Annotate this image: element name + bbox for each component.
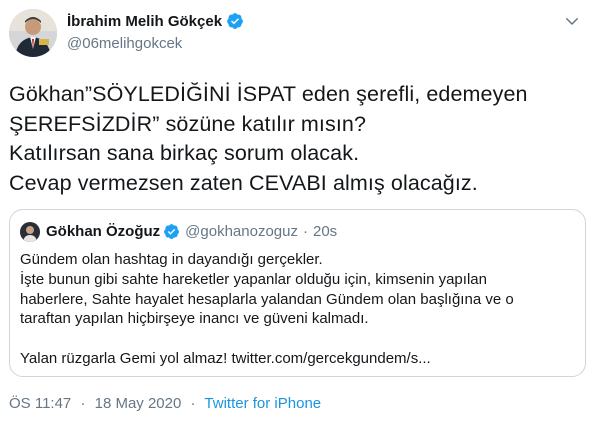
author-handle[interactable]: @06melihgokcek [67, 35, 182, 52]
tweet-source-link[interactable]: Twitter for iPhone [204, 395, 321, 412]
separator-dot: · [302, 223, 308, 240]
quoted-text-line: Yalan rüzgarla Gemi yol almaz! twitter.c… [20, 349, 431, 367]
quoted-text-line: haberlere, Sahte hayalet hesaplarla yala… [20, 290, 514, 308]
tweet-meta: ÖS 11:47 · 18 May 2020 · Twitter for iPh… [9, 395, 321, 412]
tweet-card: İbrahim Melih Gökçek @06melihgokcek Gökh… [0, 0, 593, 430]
separator-dot: · [190, 395, 196, 412]
tweet-text-line: Cevap vermezsen zaten CEVABI almış olaca… [9, 170, 478, 195]
quoted-tweet[interactable]: Gökhan Özoğuz @gokhanozoguz · 20s Gündem… [9, 209, 586, 377]
tweet-text-line: ŞEREFSİZDİR” sözüne katılır mısın? [9, 111, 367, 136]
quoted-text-line: İşte bunun gibi sahte hareketler yapanla… [20, 270, 487, 288]
quoted-text-line [20, 329, 575, 349]
quoted-text-line: Gündem olan hashtag in dayandığı gerçekl… [20, 251, 323, 268]
tweet-time[interactable]: ÖS 11:47 [9, 395, 71, 412]
verified-badge-icon [226, 12, 244, 30]
quoted-author-avatar [20, 222, 40, 242]
quoted-text-line: taraftan yapılan hiçbirşeye inancı ve gü… [20, 310, 369, 328]
quoted-text: Gündem olan hashtag in dayandığı gerçekl… [20, 250, 575, 369]
tweet-date[interactable]: 18 May 2020 [95, 395, 182, 412]
author-name-text: İbrahim Melih Gökçek [67, 12, 223, 30]
quoted-timestamp: 20s [312, 223, 338, 240]
tweet-text: Gökhan”SÖYLEDİĞİNİ İSPAT eden şerefli, e… [9, 80, 584, 198]
quoted-author-name: Gökhan Özoğuz [46, 223, 161, 240]
quoted-header: Gökhan Özoğuz @gokhanozoguz · 20s [46, 223, 337, 240]
quoted-author-handle: @gokhanozoguz [185, 223, 298, 240]
tweet-text-line: Katılırsan sana birkaç sorum olacak. [9, 141, 360, 165]
author-avatar[interactable] [9, 9, 57, 57]
tweet-text-line: Gökhan”SÖYLEDİĞİNİ İSPAT eden şerefli, e… [9, 82, 528, 106]
author-name[interactable]: İbrahim Melih Gökçek [67, 12, 244, 30]
separator-dot: · [80, 395, 86, 412]
verified-badge-icon [163, 223, 180, 240]
chevron-down-icon[interactable] [563, 12, 581, 30]
